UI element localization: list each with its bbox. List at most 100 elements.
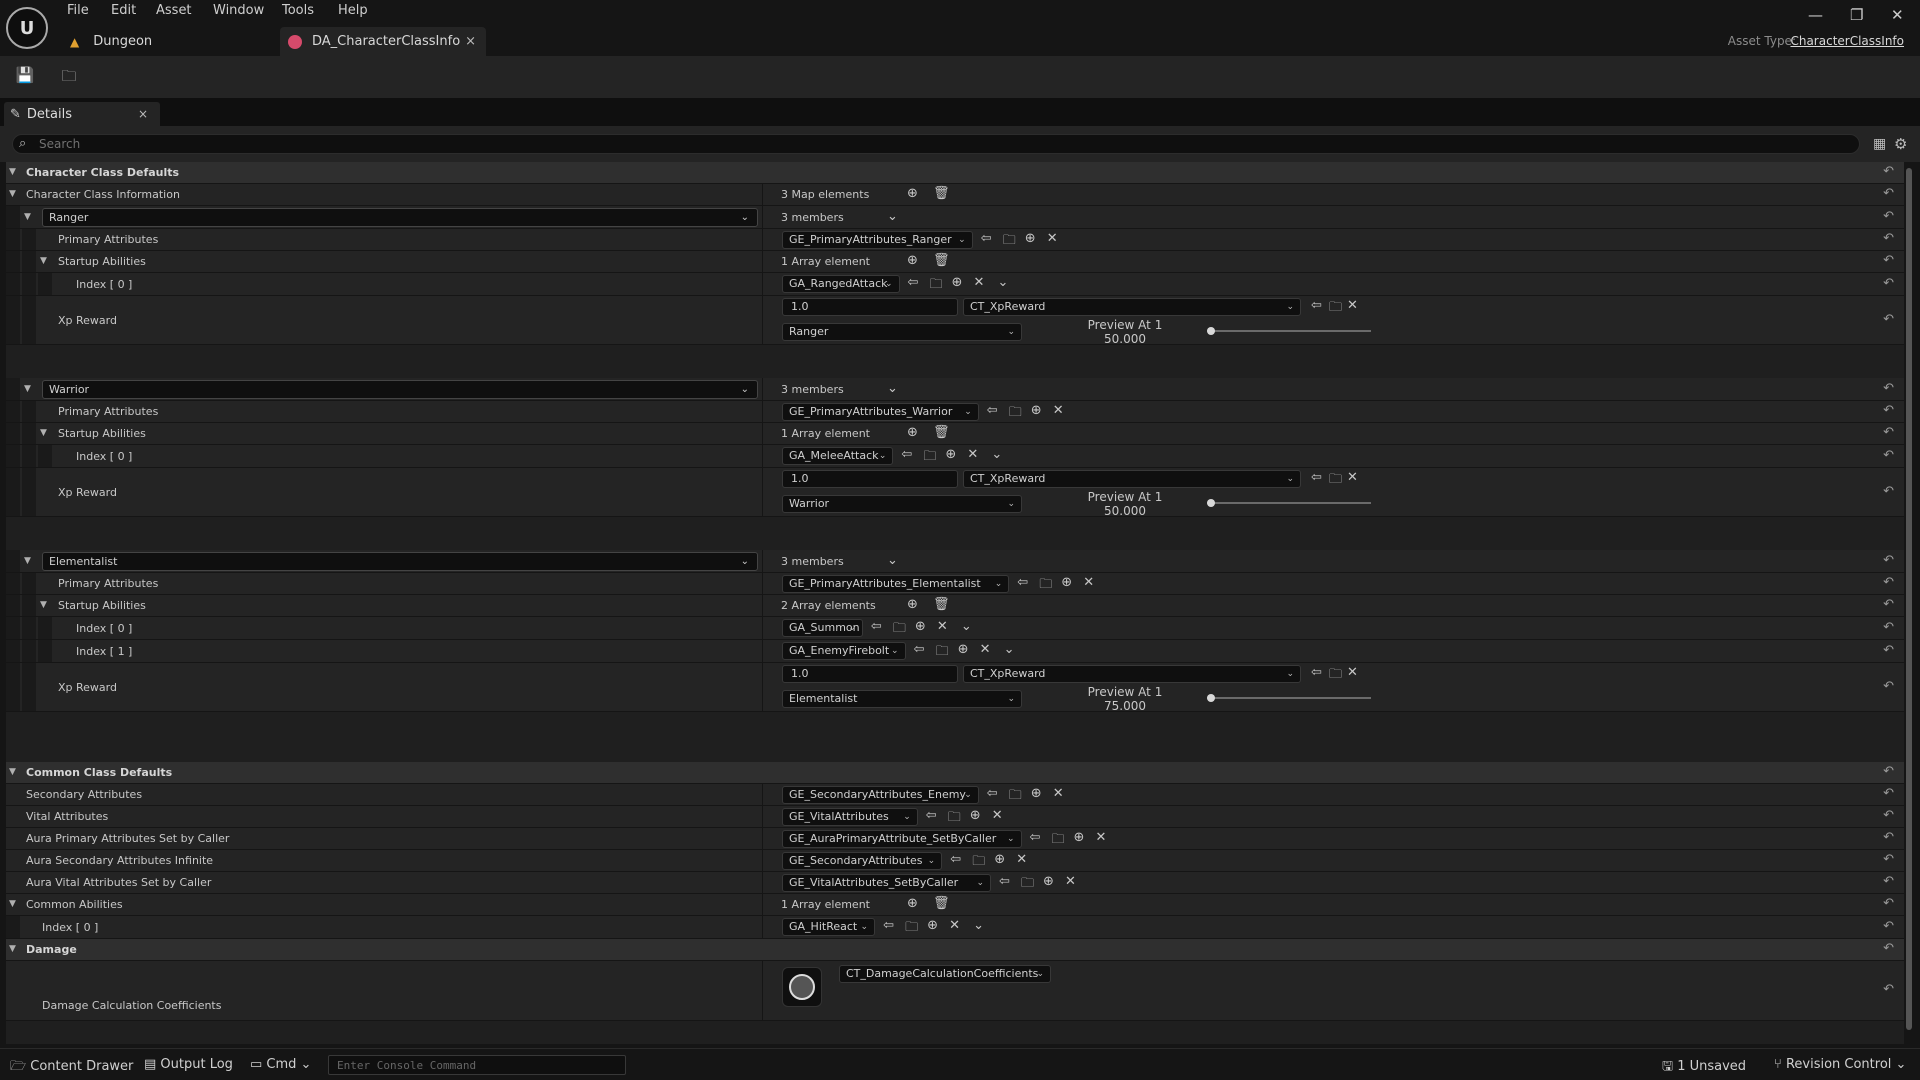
xp-value-input[interactable]: 1.0	[782, 665, 958, 683]
output-log-button[interactable]: ▤ Output Log	[144, 1057, 233, 1072]
asset-type-link[interactable]: CharacterClassInfo	[1790, 34, 1904, 48]
column-splitter[interactable]	[762, 206, 763, 228]
clear-icon[interactable]: ✕	[949, 918, 960, 933]
unsaved-button[interactable]: 🖫 1 Unsaved	[1662, 1057, 1746, 1079]
add-icon[interactable]: ⊕	[958, 642, 969, 657]
browse-icon[interactable]: 🗀	[930, 275, 943, 297]
reset-to-default-icon[interactable]: ↶	[1883, 276, 1894, 291]
ability-dropdown[interactable]: GA_HitReact ⌄	[782, 918, 876, 936]
column-splitter[interactable]	[762, 378, 763, 400]
column-splitter[interactable]	[762, 916, 763, 938]
column-splitter[interactable]	[762, 894, 763, 915]
menu-asset[interactable]: Asset	[156, 3, 192, 18]
reset-to-default-icon[interactable]: ↶	[1883, 381, 1894, 396]
reset-to-default-icon[interactable]: ↶	[1883, 786, 1894, 801]
triangle-down-icon[interactable]: ▼	[24, 556, 31, 566]
triangle-down-icon[interactable]: ▼	[9, 767, 16, 777]
browse-icon[interactable]: 🗀	[972, 852, 985, 874]
use-selected-icon[interactable]: ⇦	[987, 403, 998, 418]
column-splitter[interactable]	[762, 251, 763, 272]
save-icon[interactable]: 💾	[14, 66, 36, 88]
triangle-down-icon[interactable]: ▼	[9, 189, 16, 199]
add-icon[interactable]: ⊕	[1031, 403, 1042, 418]
menu-tools[interactable]: Tools	[282, 3, 314, 18]
browse-icon[interactable]: 🗀	[1329, 298, 1342, 320]
column-splitter[interactable]	[762, 617, 763, 639]
ability-dropdown[interactable]: GA_EnemyFirebolt ⌄	[782, 642, 906, 660]
use-selected-icon[interactable]: ⇦	[987, 786, 998, 801]
column-splitter[interactable]	[762, 595, 763, 616]
menu-window[interactable]: Window	[213, 3, 264, 18]
add-element-icon[interactable]: ⊕	[907, 896, 918, 911]
reset-to-default-icon[interactable]: ↶	[1883, 484, 1894, 499]
primary-attributes-dropdown[interactable]: GE_PrimaryAttributes_Ranger ⌄	[782, 231, 973, 249]
clear-icon[interactable]: ✕	[1053, 786, 1064, 801]
add-icon[interactable]: ⊕	[970, 808, 981, 823]
reset-to-default-icon[interactable]: ↶	[1883, 852, 1894, 867]
add-icon[interactable]: ⊕	[994, 852, 1005, 867]
chevron-down-icon[interactable]: ⌄	[1004, 642, 1015, 657]
trash-icon[interactable]: 🗑	[933, 597, 950, 612]
primary-attributes-dropdown[interactable]: GE_PrimaryAttributes_Elementalist ⌄	[782, 575, 1010, 593]
slider-handle[interactable]	[1207, 694, 1215, 702]
menu-file[interactable]: File	[67, 3, 89, 18]
column-splitter[interactable]	[762, 961, 763, 1020]
browse-icon[interactable]: 🗀	[905, 918, 918, 940]
reset-to-default-icon[interactable]: ↶	[1883, 575, 1894, 590]
map-key-dropdown[interactable]: Warrior ⌄	[42, 380, 758, 399]
use-selected-icon[interactable]: ⇦	[999, 874, 1010, 889]
add-element-icon[interactable]: ⊕	[907, 253, 918, 268]
browse-icon[interactable]: 🗀	[936, 642, 949, 664]
table-view-icon[interactable]: ▦	[1873, 136, 1886, 152]
curve-table-dropdown[interactable]: CT_XpReward ⌄	[963, 298, 1301, 316]
search-input[interactable]	[39, 135, 1839, 153]
revision-control-button[interactable]: ⑂ Revision Control ⌄	[1774, 1057, 1906, 1072]
curve-row-dropdown[interactable]: Elementalist ⌄	[782, 690, 1022, 708]
reset-to-default-icon[interactable]: ↶	[1883, 896, 1894, 911]
column-splitter[interactable]	[762, 423, 763, 444]
reset-to-default-icon[interactable]: ↶	[1883, 403, 1894, 418]
column-splitter[interactable]	[762, 229, 763, 250]
browse-icon[interactable]: 🗀	[1052, 830, 1065, 852]
reset-to-default-icon[interactable]: ↶	[1883, 808, 1894, 823]
add-icon[interactable]: ⊕	[1074, 830, 1085, 845]
add-icon[interactable]: ⊕	[1031, 786, 1042, 801]
browse-icon[interactable]: 🗀	[1329, 665, 1342, 687]
triangle-down-icon[interactable]: ▼	[9, 167, 16, 177]
triangle-down-icon[interactable]: ▼	[40, 600, 47, 610]
use-selected-icon[interactable]: ⇦	[1311, 298, 1322, 313]
reset-to-default-icon[interactable]: ↶	[1883, 312, 1894, 327]
ability-dropdown[interactable]: GA_RangedAttack ⌄	[782, 275, 900, 293]
reset-to-default-icon[interactable]: ↶	[1883, 764, 1894, 779]
gameplay-effect-dropdown[interactable]: GE_VitalAttributes ⌄	[782, 808, 918, 826]
browse-icon[interactable]: 🗀	[923, 447, 936, 469]
gameplay-effect-dropdown[interactable]: GE_AuraPrimaryAttribute_SetByCaller ⌄	[782, 830, 1022, 848]
triangle-down-icon[interactable]: ▼	[9, 944, 16, 954]
browse-icon[interactable]: 🗀	[1009, 403, 1022, 425]
use-selected-icon[interactable]: ⇦	[908, 275, 919, 290]
column-splitter[interactable]	[762, 445, 763, 467]
add-icon[interactable]: ⊕	[1061, 575, 1072, 590]
gear-icon[interactable]: ⚙	[1894, 135, 1907, 153]
clear-icon[interactable]: ✕	[974, 275, 985, 290]
clear-icon[interactable]: ✕	[1347, 665, 1358, 680]
cmd-dropdown[interactable]: ▭ Cmd ⌄	[250, 1057, 311, 1072]
reset-to-default-icon[interactable]: ↶	[1883, 253, 1894, 268]
chevron-down-icon[interactable]: ⌄	[991, 447, 1002, 462]
column-splitter[interactable]	[762, 872, 763, 893]
clear-icon[interactable]: ✕	[1096, 830, 1107, 845]
column-splitter[interactable]	[762, 663, 763, 711]
add-element-icon[interactable]: ⊕	[907, 425, 918, 440]
reset-to-default-icon[interactable]: ↶	[1883, 448, 1894, 463]
add-element-icon[interactable]: ⊕	[907, 186, 918, 201]
browse-icon[interactable]: 🗀	[1009, 786, 1022, 808]
column-splitter[interactable]	[762, 401, 763, 422]
browse-icon[interactable]: 🗀	[893, 619, 906, 641]
use-selected-icon[interactable]: ⇦	[1311, 665, 1322, 680]
details-close-icon[interactable]: ×	[138, 107, 148, 121]
ability-dropdown[interactable]: GA_MeleeAttack ⌄	[782, 447, 894, 465]
add-icon[interactable]: ⊕	[927, 918, 938, 933]
use-selected-icon[interactable]: ⇦	[926, 808, 937, 823]
reset-to-default-icon[interactable]: ↶	[1883, 919, 1894, 934]
reset-to-default-icon[interactable]: ↶	[1883, 231, 1894, 246]
